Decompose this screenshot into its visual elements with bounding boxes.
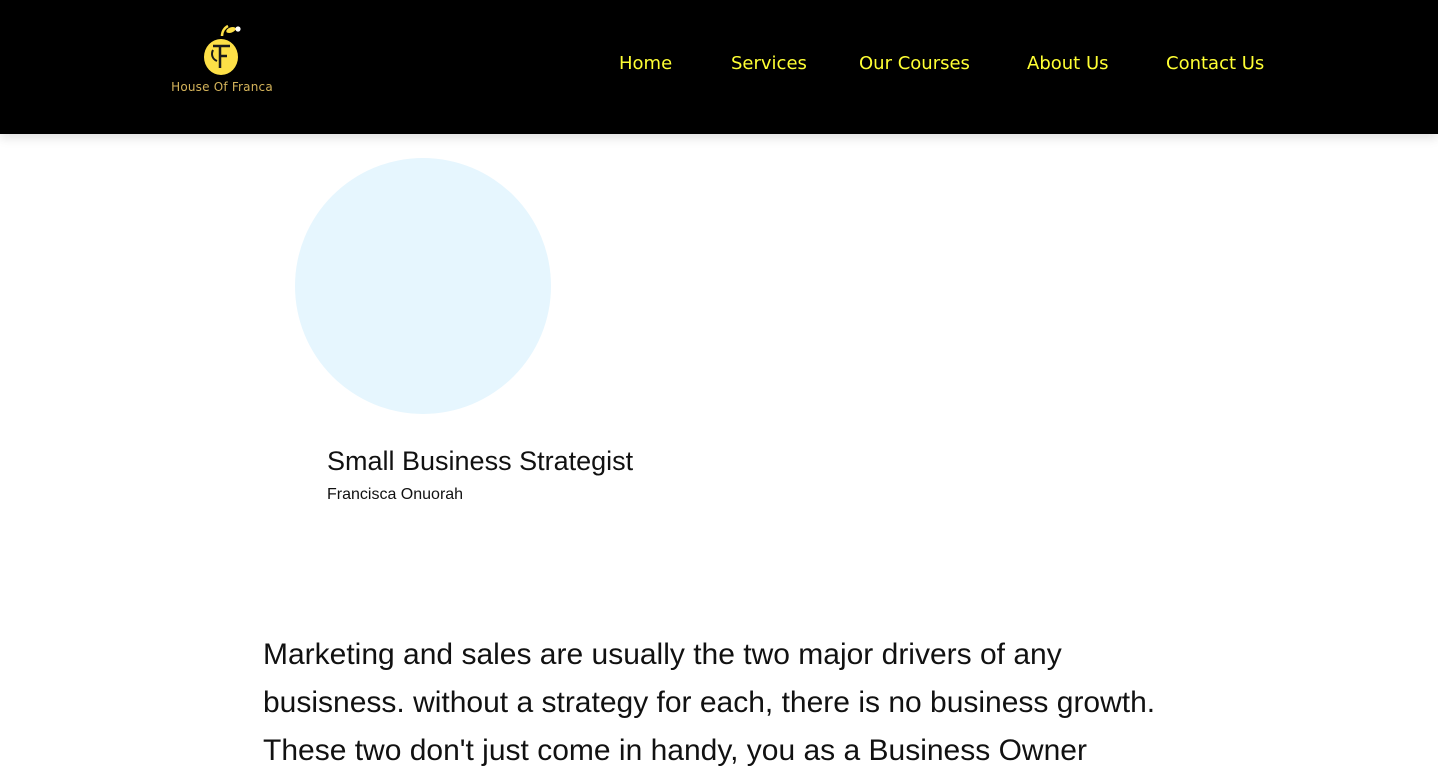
- nav-our-courses[interactable]: Our Courses: [859, 50, 970, 78]
- profile-role: Small Business Strategist: [327, 446, 634, 476]
- main-nav: Home Services Our Courses About Us Conta…: [0, 50, 1438, 78]
- nav-services[interactable]: Services: [731, 50, 807, 78]
- logo-text: House Of Franca: [171, 80, 273, 94]
- nav-home[interactable]: Home: [619, 50, 672, 78]
- intro-paragraph: Marketing and sales are usually the two …: [263, 638, 1156, 767]
- nav-about-us[interactable]: About Us: [1027, 50, 1109, 78]
- profile-name: Francisca Onuorah: [327, 486, 464, 503]
- site-header: House Of Franca Home Services Our Course…: [0, 0, 1438, 134]
- profile-avatar: [295, 158, 551, 414]
- nav-contact-us[interactable]: Contact Us: [1166, 50, 1264, 78]
